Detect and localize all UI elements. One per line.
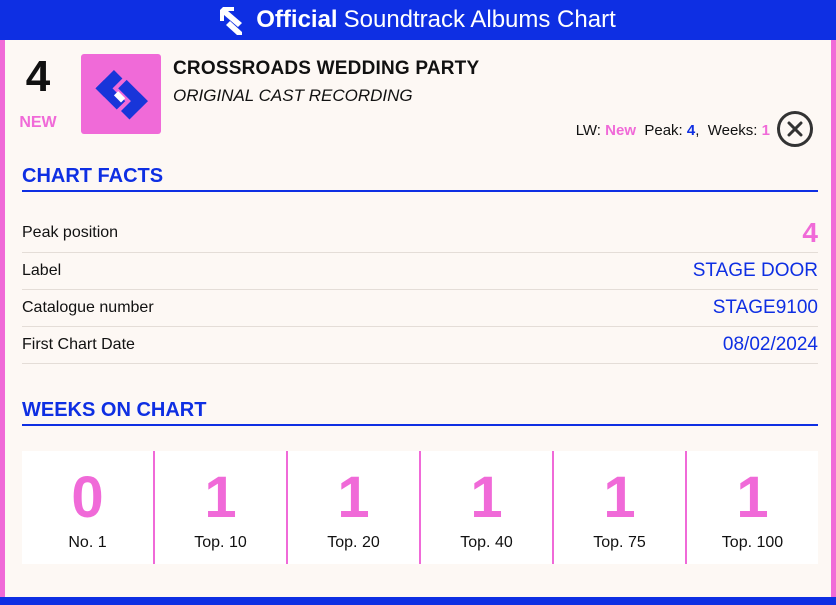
weeks-cell-top75: 1 Top. 75 — [554, 451, 687, 564]
weeks-value: 1 — [761, 122, 770, 139]
fact-row-label: Label STAGE DOOR — [22, 253, 818, 290]
album-artwork[interactable] — [81, 54, 161, 134]
weeks-cell-top40: 1 Top. 40 — [421, 451, 554, 564]
weeks-count: 1 — [470, 465, 503, 530]
weeks-tier-label: Top. 10 — [194, 534, 247, 551]
fact-row-first-chart-date: First Chart Date 08/02/2024 — [22, 327, 818, 364]
weeks-count: 1 — [337, 465, 370, 530]
weeks-count: 1 — [736, 465, 769, 530]
fact-label: Peak position — [22, 224, 119, 241]
weeks-count: 0 — [71, 465, 104, 530]
album-artist[interactable]: ORIGINAL CAST RECORDING — [173, 86, 413, 106]
fact-value: 4 — [802, 217, 818, 248]
chart-stats-line: LW: New Peak: 4, Weeks: 1 — [575, 122, 770, 139]
chart-facts-table: Peak position 4 Label STAGE DOOR Catalog… — [22, 214, 818, 364]
fact-label: Label — [22, 262, 62, 279]
weeks-tier-label: Top. 100 — [721, 534, 784, 551]
new-entry-badge: NEW — [19, 114, 57, 131]
album-title[interactable]: CROSSROADS WEDDING PARTY — [173, 58, 479, 80]
fact-label: Catalogue number — [22, 299, 154, 316]
fact-value-link[interactable]: 08/02/2024 — [723, 334, 818, 356]
weeks-label: Weeks: — [707, 122, 758, 139]
close-icon — [787, 121, 803, 137]
weeks-count: 1 — [204, 465, 237, 530]
weeks-cell-top10: 1 Top. 10 — [155, 451, 288, 564]
weeks-cell-no1: 0 No. 1 — [22, 451, 155, 564]
close-button[interactable] — [777, 111, 813, 147]
chart-position: 4 — [25, 52, 51, 101]
header-brand-title: Soundtrack Albums Chart — [343, 6, 616, 33]
fact-row-catalogue-number: Catalogue number STAGE9100 — [22, 290, 818, 327]
weeks-on-chart-heading: WEEKS ON CHART — [22, 399, 818, 426]
fact-value: STAGE9100 — [712, 297, 818, 318]
official-charts-logo-icon — [95, 69, 148, 120]
official-charts-logo-icon — [220, 7, 243, 35]
fact-value-link[interactable]: STAGE DOOR — [693, 260, 818, 282]
weeks-cell-top100: 1 Top. 100 — [687, 451, 818, 564]
weeks-on-chart-grid: 0 No. 1 1 Top. 10 1 Top. 20 1 Top. 40 1 … — [22, 451, 818, 564]
weeks-tier-label: No. 1 — [68, 534, 107, 551]
chart-facts-heading: CHART FACTS — [22, 165, 818, 192]
weeks-tier-label: Top. 40 — [460, 534, 513, 551]
footer-bar — [0, 597, 836, 605]
weeks-count: 1 — [603, 465, 636, 530]
weeks-cell-top20: 1 Top. 20 — [288, 451, 421, 564]
last-week-label: LW: — [575, 122, 601, 139]
peak-label: Peak: — [644, 122, 683, 139]
fact-label: First Chart Date — [22, 336, 135, 353]
fact-row-peak-position: Peak position 4 — [22, 214, 818, 253]
header-brand-strong: Official — [256, 6, 338, 33]
peak-value: 4 — [686, 122, 696, 139]
last-week-value: New — [605, 122, 636, 139]
weeks-tier-label: Top. 75 — [593, 534, 646, 551]
chart-header: Official Soundtrack Albums Chart — [0, 0, 836, 40]
weeks-tier-label: Top. 20 — [327, 534, 380, 551]
